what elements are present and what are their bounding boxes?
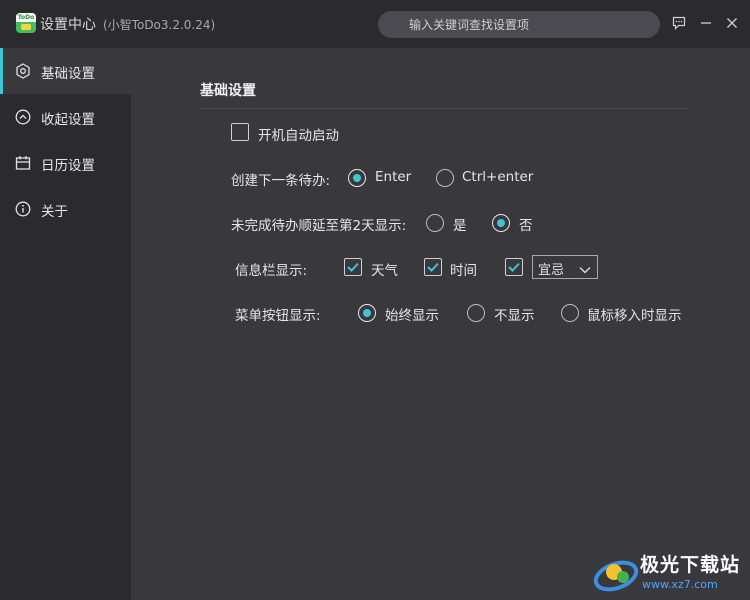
radio-show-on-hover-label: 鼠标移入时显示 [587, 308, 682, 324]
calendar-icon [15, 155, 31, 171]
radio-postpone-yes[interactable] [426, 214, 444, 232]
radio-postpone-no-label: 否 [519, 218, 533, 234]
gear-icon [15, 63, 31, 79]
watermark-logo-icon [593, 560, 639, 592]
radio-ctrl-enter[interactable] [436, 169, 454, 187]
watermark-url: www.xz7.com [642, 578, 718, 591]
autostart-label: 开机自动启动 [258, 128, 339, 144]
section-title: 基础设置 [200, 83, 256, 99]
info-icon [15, 201, 31, 217]
title-bar: ToDo 设置中心 (小智ToDo3.2.0.24) [0, 0, 750, 48]
time-checkbox[interactable] [424, 258, 442, 276]
feedback-icon[interactable] [670, 14, 688, 32]
check-icon [347, 262, 359, 272]
sidebar-item-about[interactable]: 关于 [0, 186, 131, 232]
radio-hide[interactable] [467, 304, 485, 322]
time-label: 时间 [450, 263, 477, 279]
search-input[interactable] [378, 11, 660, 38]
weather-label: 天气 [371, 263, 398, 279]
app-version: (小智ToDo3.2.0.24) [103, 18, 216, 32]
section-divider [200, 108, 688, 109]
radio-enter-label: Enter [375, 169, 412, 185]
window-title: 设置中心 [40, 17, 96, 33]
sidebar: 基础设置 收起设置 日历设置 关于 [0, 48, 131, 600]
minimize-icon[interactable] [697, 14, 715, 32]
infobar-label: 信息栏显示: [235, 263, 308, 279]
sidebar-item-label: 收起设置 [41, 112, 95, 128]
sidebar-item-label: 日历设置 [41, 158, 95, 174]
almanac-checkbox[interactable] [505, 258, 523, 276]
watermark: 极光下载站 www.xz7.com [590, 548, 750, 598]
close-icon[interactable] [723, 14, 741, 32]
weather-checkbox[interactable] [344, 258, 362, 276]
chevron-down-icon [579, 263, 591, 278]
radio-enter[interactable] [348, 169, 366, 187]
sidebar-item-label: 基础设置 [41, 66, 95, 82]
check-icon [508, 262, 520, 272]
radio-postpone-no[interactable] [492, 214, 510, 232]
radio-ctrl-enter-label: Ctrl+enter [462, 169, 534, 185]
menu-button-label: 菜单按钮显示: [235, 308, 321, 324]
search-box[interactable] [378, 11, 660, 38]
almanac-select-value: 宜忌 [538, 263, 565, 278]
autostart-checkbox[interactable] [231, 123, 249, 141]
radio-always-show-label: 始终显示 [385, 308, 439, 324]
chevron-up-icon [15, 109, 31, 125]
radio-show-on-hover[interactable] [561, 304, 579, 322]
app-logo: ToDo [16, 13, 36, 33]
logo-face-icon [21, 24, 31, 30]
sidebar-item-collapse-settings[interactable]: 收起设置 [0, 94, 131, 140]
check-icon [427, 262, 439, 272]
almanac-select[interactable]: 宜忌 [532, 255, 598, 279]
radio-hide-label: 不显示 [494, 308, 535, 324]
radio-always-show[interactable] [358, 304, 376, 322]
watermark-text: 极光下载站 [640, 554, 741, 576]
create-next-label: 创建下一条待办: [231, 173, 331, 189]
sidebar-item-basic-settings[interactable]: 基础设置 [0, 48, 131, 94]
sidebar-item-calendar-settings[interactable]: 日历设置 [0, 140, 131, 186]
logo-text: ToDo [16, 13, 36, 22]
sidebar-item-label: 关于 [41, 204, 68, 220]
postpone-label: 未完成待办顺延至第2天显示: [231, 218, 407, 234]
radio-postpone-yes-label: 是 [453, 218, 467, 234]
